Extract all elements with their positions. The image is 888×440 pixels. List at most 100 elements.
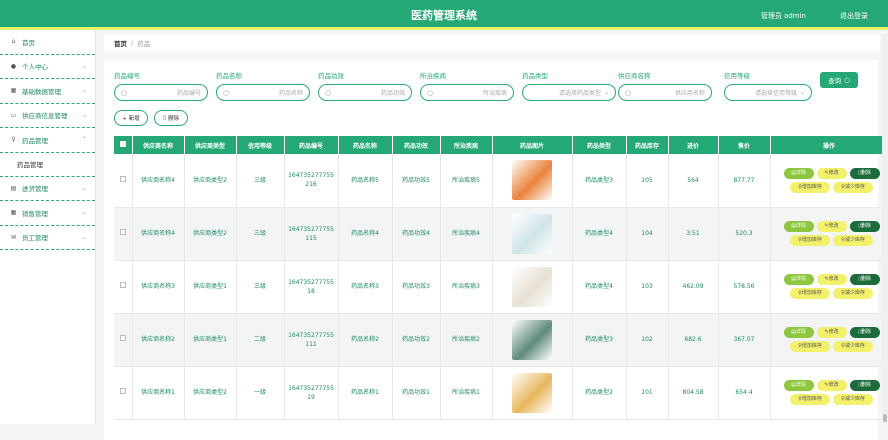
detail-button[interactable]: ▤ 详情 <box>784 274 814 285</box>
drug-image <box>512 320 552 360</box>
disease-input[interactable]: ○所治疾病 <box>420 84 514 101</box>
detail-button[interactable]: ▤ 详情 <box>784 168 814 179</box>
drug-image <box>512 160 552 200</box>
cell-price: 877.77 <box>718 154 770 207</box>
breadcrumb-current: 药品 <box>137 38 150 48</box>
increase-stock-label: 增加库存 <box>802 290 822 298</box>
decrease-stock-button[interactable]: ♀ 减少库存 <box>833 341 873 352</box>
decrease-stock-button[interactable]: ♀ 减少库存 <box>833 394 873 405</box>
edit-button[interactable]: ✎ 修改 <box>817 274 847 285</box>
sidebar-item-supplier[interactable]: ▭ 供应商信息管理 ⌄ <box>0 104 95 129</box>
detail-button[interactable]: ▤ 详情 <box>784 327 814 338</box>
select-all-checkbox[interactable] <box>120 141 126 147</box>
cell-supplier-type: 供应商类型2 <box>184 366 236 419</box>
edit-label: 修改 <box>829 329 839 337</box>
sidebar-item-purchase[interactable]: ▤ 进货管理 ⌄ <box>0 177 95 202</box>
row-checkbox[interactable] <box>120 388 126 394</box>
header-image: 药品图片 <box>492 136 572 154</box>
edit-button[interactable]: ✎ 修改 <box>817 168 847 179</box>
sidebar-item-basic-data[interactable]: ▦ 基础数据管理 ⌄ <box>0 79 95 104</box>
cell-actions: ▤ 详情✎ 修改▯ 删除 ♀ 增加库存♀ 减少库存 <box>770 207 888 260</box>
supplier-name-input[interactable]: ○供应商名称 <box>618 84 712 101</box>
top-header: 医药管理系统 管理员 admin 退出登录 <box>0 0 888 30</box>
scrollbar-thumb[interactable] <box>883 414 887 422</box>
delete-label: 删除 <box>861 170 871 178</box>
decrease-stock-label: 减少库存 <box>845 290 865 298</box>
decrease-stock-button[interactable]: ♀ 减少库存 <box>833 288 873 299</box>
query-label: 查询 <box>828 75 841 85</box>
row-select-cell[interactable] <box>114 260 132 313</box>
detail-button[interactable]: ▤ 详情 <box>784 380 814 391</box>
logout-link[interactable]: 退出登录 <box>840 11 868 21</box>
cell-image <box>492 154 572 207</box>
row-select-cell[interactable] <box>114 154 132 207</box>
chevron-down-icon: ⌄ <box>82 87 87 94</box>
sidebar-item-profile[interactable]: ● 个人中心 ⌄ <box>0 55 95 80</box>
cell-drug-code: 164735277755115 <box>284 207 338 260</box>
cell-drug-name: 药品名称4 <box>338 207 392 260</box>
cell-disease: 所治疾病5 <box>440 154 492 207</box>
cell-credit: 三级 <box>236 207 284 260</box>
sidebar-item-label: 首页 <box>22 37 35 47</box>
increase-stock-button[interactable]: ♀ 增加库存 <box>790 182 830 193</box>
row-select-cell[interactable] <box>114 207 132 260</box>
sidebar-item-home[interactable]: ⌂ 首页 <box>0 30 95 55</box>
delete-button[interactable]: ▯ 删除 <box>850 327 880 338</box>
sidebar-item-drug[interactable]: ♀ 药品管理 ⌃ <box>0 128 95 153</box>
cell-actions: ▤ 详情✎ 修改▯ 删除 ♀ 增加库存♀ 减少库存 <box>770 366 888 419</box>
cell-supplier-name: 供应商名称4 <box>132 154 184 207</box>
cell-credit: 三级 <box>236 260 284 313</box>
content-panel: 药品编号 ○药品编号 药品名称 ○药品名称 药品功效 ○药品功效 所治疾病 ○所… <box>104 60 878 440</box>
batch-delete-button[interactable]: ▯ 删除 <box>154 110 188 126</box>
cell-stock: 102 <box>626 313 668 366</box>
cell-stock: 105 <box>626 154 668 207</box>
cell-supplier-type: 供应商类型2 <box>184 154 236 207</box>
detail-button[interactable]: ▤ 详情 <box>784 221 814 232</box>
drug-name-input[interactable]: ○药品名称 <box>216 84 310 101</box>
cart-icon: ▤ <box>10 185 17 192</box>
filter-label: 药品类型 <box>522 70 616 80</box>
row-select-cell[interactable] <box>114 313 132 366</box>
page-scrollbar[interactable] <box>882 34 888 424</box>
query-button[interactable]: 查询 ○ <box>820 72 858 88</box>
decrease-stock-button[interactable]: ♀ 减少库存 <box>833 182 873 193</box>
increase-stock-button[interactable]: ♀ 增加库存 <box>790 235 830 246</box>
add-button[interactable]: + 新增 <box>114 110 148 126</box>
select-all-cell[interactable] <box>114 136 132 154</box>
row-select-cell[interactable] <box>114 366 132 419</box>
edit-label: 修改 <box>829 223 839 231</box>
detail-label: 详情 <box>796 382 806 390</box>
sidebar-item-staff[interactable]: ✉ 员工管理 ⌄ <box>0 226 95 251</box>
delete-button[interactable]: ▯ 删除 <box>850 168 880 179</box>
row-checkbox[interactable] <box>120 176 126 182</box>
delete-button[interactable]: ▯ 删除 <box>850 380 880 391</box>
edit-button[interactable]: ✎ 修改 <box>817 327 847 338</box>
row-checkbox[interactable] <box>120 229 126 235</box>
increase-stock-button[interactable]: ♀ 增加库存 <box>790 394 830 405</box>
sidebar-item-label: 个人中心 <box>22 61 48 71</box>
drug-code-input[interactable]: ○药品编号 <box>114 84 208 101</box>
drug-effect-input[interactable]: ○药品功效 <box>318 84 412 101</box>
sidebar-item-label: 销售管理 <box>22 208 48 218</box>
row-checkbox[interactable] <box>120 335 126 341</box>
input-placeholder: 请选择药品类型 <box>529 88 601 97</box>
edit-button[interactable]: ✎ 修改 <box>817 221 847 232</box>
increase-stock-button[interactable]: ♀ 增加库存 <box>790 288 830 299</box>
decrease-stock-button[interactable]: ♀ 减少库存 <box>833 235 873 246</box>
edit-label: 修改 <box>829 276 839 284</box>
input-placeholder: 所治疾病 <box>437 88 507 97</box>
input-placeholder: 请选择信用等级 <box>731 88 797 97</box>
cell-stock: 104 <box>626 207 668 260</box>
cell-drug-effect: 药品功效5 <box>392 154 440 207</box>
sidebar-item-sales[interactable]: ▦ 销售管理 ⌄ <box>0 201 95 226</box>
delete-button[interactable]: ▯ 删除 <box>850 274 880 285</box>
breadcrumb-home[interactable]: 首页 <box>114 38 127 48</box>
credit-level-select[interactable]: 请选择信用等级⌄ <box>724 84 812 101</box>
increase-stock-button[interactable]: ♀ 增加库存 <box>790 341 830 352</box>
row-checkbox[interactable] <box>120 282 126 288</box>
drug-type-select[interactable]: 请选择药品类型⌄ <box>522 84 616 101</box>
cell-supplier-type: 供应商类型1 <box>184 313 236 366</box>
edit-button[interactable]: ✎ 修改 <box>817 380 847 391</box>
sidebar-subitem-drug-manage[interactable]: 药品管理 <box>0 153 95 177</box>
delete-button[interactable]: ▯ 删除 <box>850 221 880 232</box>
